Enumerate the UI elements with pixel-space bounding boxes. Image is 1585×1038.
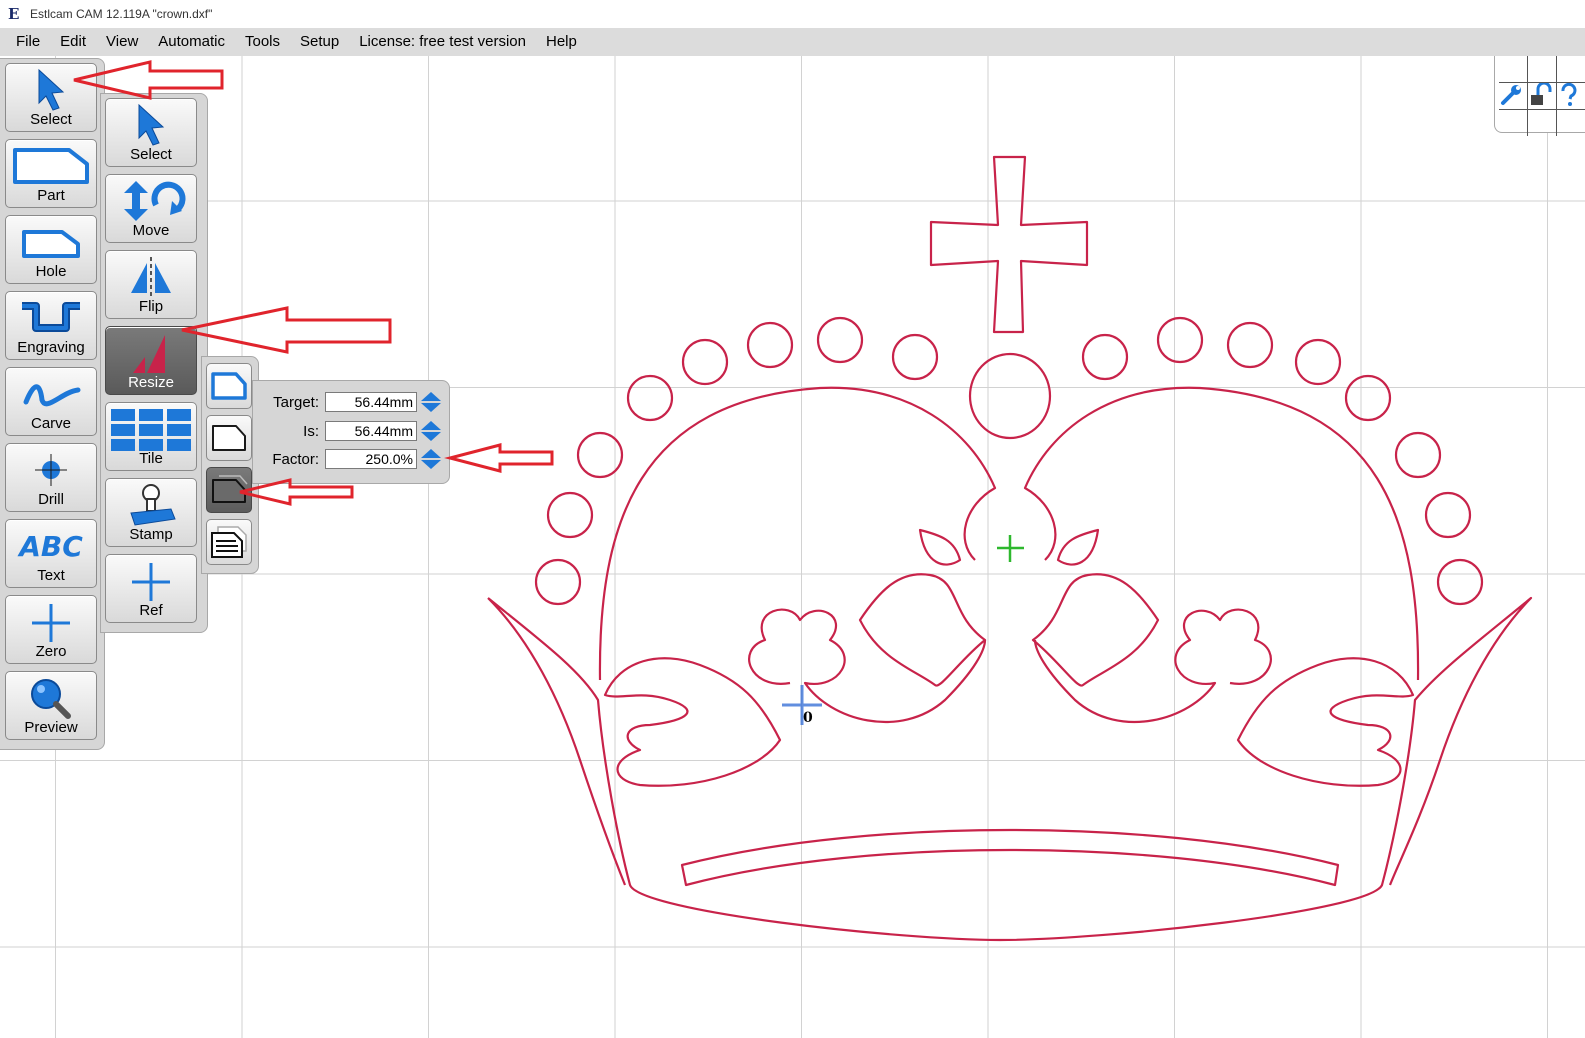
preview-button[interactable]: Preview xyxy=(5,671,97,740)
zero-button[interactable]: Zero xyxy=(5,595,97,664)
tile-label: Tile xyxy=(139,450,163,467)
tile-button[interactable]: Tile xyxy=(105,402,197,471)
target-spinner-icon[interactable] xyxy=(419,391,443,413)
menu-bar: File Edit View Automatic Tools Setup Lic… xyxy=(0,28,1585,56)
factor-label: Factor: xyxy=(272,450,319,468)
ref-label: Ref xyxy=(139,602,163,619)
carve-label: Carve xyxy=(30,415,71,432)
tile-icon xyxy=(109,407,193,451)
sub-tool-panel: Select Move Flip Resize Tile Stamp Ref xyxy=(100,93,208,633)
hole-button[interactable]: Hole xyxy=(5,215,97,284)
document-list-icon xyxy=(211,526,247,558)
resize-icon xyxy=(109,331,193,375)
part-button[interactable]: Part xyxy=(5,139,97,208)
menu-view[interactable]: View xyxy=(96,28,148,56)
preview-label: Preview xyxy=(24,719,78,736)
is-input[interactable] xyxy=(325,421,417,441)
menu-setup[interactable]: Setup xyxy=(290,28,349,56)
top-right-toolbar xyxy=(1494,56,1585,136)
resize-parameters-panel: Target: Is: Factor: xyxy=(252,380,450,484)
engraving-label: Engraving xyxy=(17,339,85,356)
black-shape-icon xyxy=(212,425,246,451)
shape-blue-outline-button[interactable] xyxy=(206,363,252,409)
resize-label: Resize xyxy=(128,374,174,391)
target-row: Target: xyxy=(263,391,443,413)
shape-selection-button[interactable] xyxy=(206,467,252,513)
text-button[interactable]: ABC Text xyxy=(5,519,97,588)
menu-file[interactable]: File xyxy=(0,28,50,56)
resize-shape-panel xyxy=(201,356,259,574)
blue-shape-icon xyxy=(211,372,247,400)
select-arrow-icon xyxy=(9,68,93,112)
window-title: Estlcam CAM 12.119A "crown.dxf" xyxy=(30,7,213,21)
engraving-button[interactable]: Engraving xyxy=(5,291,97,360)
part-label: Part xyxy=(37,187,65,204)
text-icon: ABC xyxy=(9,524,93,568)
factor-row: Factor: xyxy=(263,448,443,470)
stacked-shape-icon xyxy=(212,475,248,503)
flip-label: Flip xyxy=(138,298,164,315)
menu-license[interactable]: License: free test version xyxy=(349,28,536,56)
help-button[interactable] xyxy=(1557,82,1585,110)
carve-button[interactable]: Carve xyxy=(5,367,97,436)
magnifier-icon xyxy=(9,676,93,720)
lock-icon xyxy=(1531,81,1552,105)
drill-icon xyxy=(9,448,93,492)
wrench-button[interactable] xyxy=(1499,83,1528,110)
help-icon xyxy=(1561,82,1577,106)
move-label: Move xyxy=(132,222,170,239)
stamp-label: Stamp xyxy=(129,526,173,543)
select-arrow-icon xyxy=(109,103,193,147)
stamp-icon xyxy=(109,483,193,527)
drill-label: Drill xyxy=(38,491,64,508)
is-spinner-icon[interactable] xyxy=(419,420,443,442)
shape-list-button[interactable] xyxy=(206,519,252,565)
engraving-icon xyxy=(9,296,93,340)
menu-help[interactable]: Help xyxy=(536,28,587,56)
is-row: Is: xyxy=(263,420,443,442)
ref-icon xyxy=(109,559,193,603)
wrench-icon xyxy=(1501,85,1521,105)
shape-outline-button[interactable] xyxy=(206,415,252,461)
factor-input[interactable] xyxy=(325,449,417,469)
stamp-button[interactable]: Stamp xyxy=(105,478,197,547)
ref-button[interactable]: Ref xyxy=(105,554,197,623)
origin-label: 0 xyxy=(803,710,813,726)
drill-button[interactable]: Drill xyxy=(5,443,97,512)
hole-icon xyxy=(9,220,93,264)
is-label: Is: xyxy=(303,422,319,440)
resize-button[interactable]: Resize xyxy=(105,326,197,395)
part-icon xyxy=(9,144,93,188)
sub-select-button[interactable]: Select xyxy=(105,98,197,167)
factor-spinner-icon[interactable] xyxy=(419,448,443,470)
flip-icon xyxy=(109,255,193,299)
text-label: Text xyxy=(37,567,65,584)
app-logo-icon: E xyxy=(8,5,20,23)
menu-tools[interactable]: Tools xyxy=(235,28,290,56)
title-bar: E Estlcam CAM 12.119A "crown.dxf" xyxy=(0,0,1585,28)
menu-edit[interactable]: Edit xyxy=(50,28,96,56)
hole-label: Hole xyxy=(35,263,67,280)
main-tool-panel: Select Part Hole Engraving Carve Drill A… xyxy=(0,58,105,750)
target-label: Target: xyxy=(273,393,319,411)
select-label: Select xyxy=(30,111,72,128)
sub-select-label: Select xyxy=(130,146,172,163)
target-input[interactable] xyxy=(325,392,417,412)
menu-automatic[interactable]: Automatic xyxy=(148,28,235,56)
text-icon-glyph: ABC xyxy=(19,529,83,563)
move-button[interactable]: Move xyxy=(105,174,197,243)
flip-button[interactable]: Flip xyxy=(105,250,197,319)
select-button[interactable]: Select xyxy=(5,63,97,132)
zero-icon xyxy=(9,600,93,644)
move-icon xyxy=(109,179,193,223)
carve-icon xyxy=(9,372,93,416)
lock-button[interactable] xyxy=(1528,81,1557,110)
zero-label: Zero xyxy=(35,643,67,660)
